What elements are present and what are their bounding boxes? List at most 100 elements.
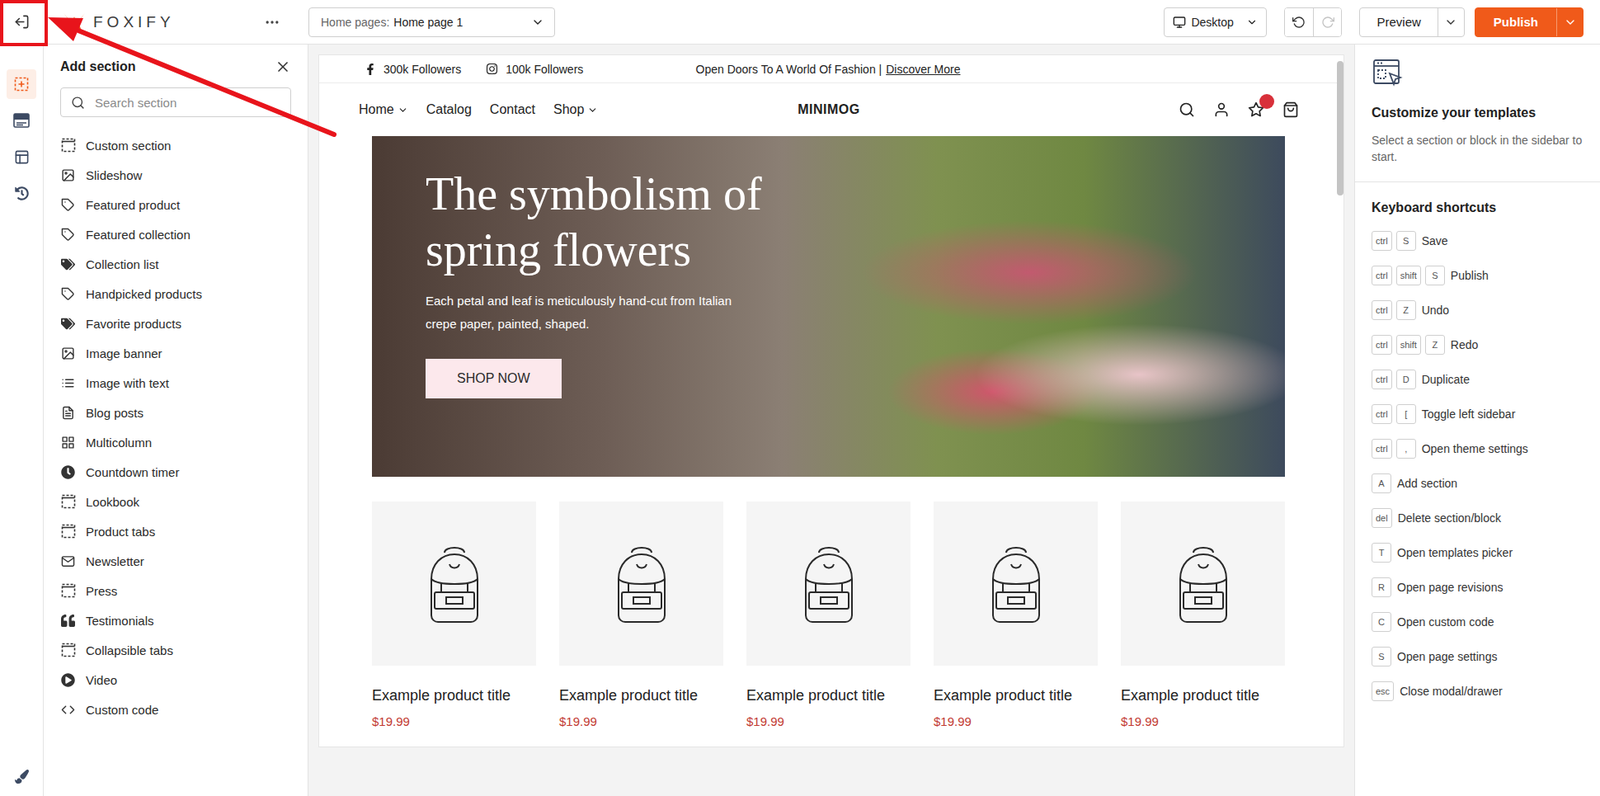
clock-icon <box>61 465 76 480</box>
section-item-icon <box>60 642 76 658</box>
product-card[interactable]: Example product title$19.99 <box>1120 501 1285 729</box>
shop-now-button[interactable]: SHOP NOW <box>425 358 562 399</box>
shortcut-label: Open page settings <box>1397 649 1497 664</box>
search-input[interactable] <box>93 94 281 111</box>
section-item[interactable]: Countdown timer <box>60 456 292 487</box>
bag-icon <box>1282 101 1299 118</box>
cart-button[interactable] <box>1282 101 1299 118</box>
search-button[interactable] <box>1178 101 1196 118</box>
product-title: Example product title <box>746 687 911 705</box>
rail-item[interactable] <box>6 178 37 208</box>
section-item[interactable]: Blog posts <box>60 397 292 428</box>
wishlist-button[interactable] <box>1247 101 1265 118</box>
shortcut-row: ctrlSSave <box>1371 223 1584 259</box>
search-icon <box>70 95 85 110</box>
inspector-intro: Customize your templatesSelect a section… <box>1355 44 1600 183</box>
rail-item[interactable] <box>6 69 37 99</box>
section-item[interactable]: Handpicked products <box>60 278 292 309</box>
panel-header: Add section <box>60 54 292 80</box>
shortcut-label: Save <box>1421 234 1449 248</box>
shortcut-label: Delete section/block <box>1397 511 1502 525</box>
chevron-down-icon <box>397 104 409 116</box>
dashed-section-icon <box>61 642 76 658</box>
nav-link[interactable]: Home <box>358 102 409 118</box>
section-item[interactable]: Featured collection <box>60 219 292 250</box>
nav-links: Home Catalog Contact Shop <box>358 102 798 118</box>
top-left: FOXIFY <box>0 0 309 44</box>
section-list: Custom sectionSlideshowFeatured productF… <box>60 130 292 725</box>
section-item[interactable]: Video <box>60 664 292 695</box>
section-item[interactable]: Slideshow <box>60 160 292 190</box>
more-button[interactable] <box>258 13 286 32</box>
foxify-editor: FOXIFY Home pages:Home page 1 Desktop Previ… <box>0 0 1600 796</box>
store-brand[interactable]: MINIMOG <box>797 102 861 118</box>
shortcut-row: COpen custom code <box>1371 604 1584 640</box>
shortcut-label: Open templates picker <box>1397 545 1513 560</box>
logo-text: FOXIFY <box>93 13 175 32</box>
blog-icon <box>61 405 76 420</box>
section-item[interactable]: Newsletter <box>60 545 292 576</box>
section-item-icon <box>60 583 76 598</box>
section-item[interactable]: Image with text <box>60 367 292 398</box>
section-item[interactable]: Favorite products <box>60 308 292 339</box>
exit-button[interactable] <box>0 0 44 44</box>
panel-title: Add section <box>60 59 137 75</box>
publish-button[interactable]: Publish <box>1475 8 1557 37</box>
preview-menu-button[interactable] <box>1437 8 1464 37</box>
section-item[interactable]: Multicolumn <box>60 427 292 457</box>
instagram-icon <box>485 62 499 76</box>
dashed-section-icon <box>61 523 76 539</box>
section-item-icon <box>60 405 76 420</box>
shortcut-label: Close modal/drawer <box>1399 684 1503 698</box>
section-item[interactable]: Image banner <box>60 338 292 368</box>
rail-item[interactable] <box>6 105 37 136</box>
product-card[interactable]: Example product title$19.99 <box>559 501 724 729</box>
social-link[interactable]: 100k Followers <box>485 62 584 76</box>
nav-icons <box>860 101 1299 118</box>
section-item[interactable]: Lookbook <box>60 486 292 517</box>
theme-style-button[interactable] <box>9 768 34 785</box>
section-item[interactable]: Product tabs <box>60 516 292 546</box>
shortcut-row: SOpen page settings <box>1371 639 1584 674</box>
rail-item[interactable] <box>6 141 37 172</box>
section-item-icon <box>60 494 76 509</box>
section-item[interactable]: Custom code <box>60 694 292 725</box>
section-item[interactable]: Featured product <box>60 189 292 220</box>
code-icon <box>61 702 76 717</box>
section-item[interactable]: Collection list <box>60 249 292 279</box>
preview-button[interactable]: Preview <box>1360 8 1437 37</box>
dashed-section-icon <box>61 583 76 598</box>
redo-button[interactable] <box>1312 8 1342 37</box>
section-item[interactable]: Testimonials <box>60 605 292 636</box>
scrollbar <box>1336 55 1344 747</box>
device-select[interactable]: Desktop <box>1163 7 1267 38</box>
undo-button[interactable] <box>1284 8 1313 37</box>
shortcut-key: shift <box>1396 334 1422 355</box>
section-item[interactable]: Custom section <box>60 130 292 160</box>
page-select[interactable]: Home pages:Home page 1 <box>308 7 556 38</box>
announcement-link[interactable]: Discover More <box>885 62 960 76</box>
product-card[interactable]: Example product title$19.99 <box>933 501 1098 729</box>
scrollbar-thumb[interactable] <box>1336 61 1344 196</box>
product-card[interactable]: Example product title$19.99 <box>371 501 537 729</box>
section-item[interactable]: Collapsible tabs <box>60 635 292 665</box>
product-image <box>371 501 537 666</box>
nav-link[interactable]: Contact <box>489 102 536 118</box>
nav-link[interactable]: Shop <box>553 102 598 118</box>
hero-text: Each petal and leaf is meticulously hand… <box>425 289 1232 336</box>
account-button[interactable] <box>1213 101 1230 118</box>
shortcut-row: TOpen templates picker <box>1371 535 1584 570</box>
search-icon <box>1178 101 1196 118</box>
chevron-down-icon <box>531 15 545 29</box>
section-item[interactable]: Press <box>60 575 292 606</box>
shortcut-label: Redo <box>1450 338 1478 352</box>
product-card[interactable]: Example product title$19.99 <box>746 501 911 729</box>
quote-icon <box>61 613 76 628</box>
shortcut-label: Add section <box>1397 476 1458 490</box>
publish-menu-button[interactable] <box>1556 8 1583 37</box>
shortcut-key: A <box>1371 473 1392 494</box>
shortcut-key: ctrl <box>1371 438 1393 459</box>
social-link[interactable]: 300k Followers <box>364 62 462 76</box>
close-button[interactable] <box>274 58 292 76</box>
nav-link[interactable]: Catalog <box>426 102 472 118</box>
